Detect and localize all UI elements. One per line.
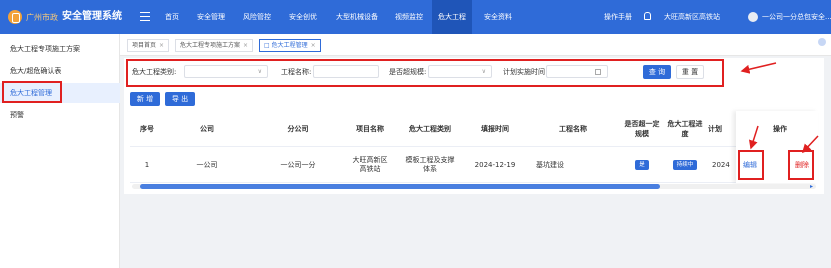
close-icon[interactable]: × — [311, 42, 316, 49]
nav-safety-excellence[interactable]: 安全创优 — [285, 0, 321, 34]
cell-over-scale: 是 — [624, 147, 660, 183]
scrollbar-thumb[interactable] — [140, 184, 660, 189]
tab-special-plan[interactable]: 危大工程专项施工方案 × — [175, 39, 254, 52]
col-branch: 分公司 — [287, 125, 309, 133]
menu-toggle-icon[interactable] — [140, 12, 150, 21]
cell-plan: 2024 — [712, 160, 730, 169]
cell-date: 2024-12-19 — [474, 160, 516, 169]
logo-text: 广州市政 — [26, 12, 58, 22]
nav-dangerous-project[interactable]: 危大工程 — [432, 0, 472, 34]
scroll-right-icon[interactable]: ▸ — [810, 183, 813, 190]
tab-label: 危大工程管理 — [271, 42, 308, 49]
tab-page-icon: □ — [264, 42, 270, 49]
over-scale-badge: 是 — [635, 160, 649, 170]
col-plan: 计划 — [708, 125, 722, 133]
cell-name: 基坑建设 — [536, 160, 564, 169]
bell-icon[interactable] — [644, 12, 651, 20]
add-button[interactable]: 新 增 — [130, 92, 160, 106]
tab-label: 危大工程专项施工方案 — [180, 42, 241, 49]
tab-scroll-icon[interactable] — [818, 38, 826, 46]
filter-highlight-box — [126, 59, 724, 87]
sidebar-highlight-box — [2, 81, 62, 103]
system-title: 安全管理系统 — [62, 11, 122, 22]
col-name: 工程名称 — [559, 125, 587, 133]
nav-safety-docs[interactable]: 安全资料 — [480, 0, 516, 34]
nav-video-monitoring[interactable]: 视频监控 — [391, 0, 427, 34]
nav-risk-control[interactable]: 风险管控 — [239, 0, 275, 34]
cell-branch: 一公司一分 — [280, 160, 316, 169]
export-button[interactable]: 导 出 — [165, 92, 195, 106]
col-date: 填报时间 — [481, 125, 509, 133]
tab-label: 项目首页 — [132, 42, 157, 49]
cell-company: 一公司 — [196, 160, 218, 169]
col-over-scale: 是否超一定规模 — [624, 120, 660, 138]
sidebar-item-warning[interactable]: 预警 — [0, 105, 120, 125]
cell-project: 大旺高新区高铁站 — [352, 156, 388, 173]
top-header: 广州市政 安全管理系统 首页 安全管理 风险管控 安全创优 大型机械设备 视频监… — [0, 0, 831, 34]
avatar[interactable] — [748, 12, 758, 22]
tab-project-home[interactable]: 项目首页 × — [127, 39, 170, 52]
nav-home[interactable]: 首页 — [161, 0, 183, 34]
delete-highlight-box — [788, 150, 814, 180]
col-category: 危大工程类别 — [409, 125, 451, 133]
cell-category: 模板工程及支撑体系 — [405, 156, 455, 173]
tab-project-management[interactable]: □ 危大工程管理 × — [259, 39, 321, 52]
manual-link[interactable]: 操作手册 — [604, 0, 632, 34]
close-icon[interactable]: × — [159, 42, 164, 49]
edit-highlight-box — [738, 150, 764, 180]
col-company: 公司 — [200, 125, 214, 133]
logo-icon — [8, 10, 22, 24]
col-operation: 操作 — [773, 125, 787, 133]
nav-large-machinery[interactable]: 大型机械设备 — [331, 0, 383, 34]
user-name[interactable]: 一公司一分总包安全... — [762, 0, 831, 34]
col-progress: 危大工程进度 — [667, 120, 703, 138]
nav-safety-management[interactable]: 安全管理 — [193, 0, 229, 34]
progress-badge: 持续中 — [672, 160, 698, 170]
col-project: 项目名称 — [356, 125, 384, 133]
close-icon[interactable]: × — [243, 42, 248, 49]
col-index: 序号 — [140, 125, 154, 133]
horizontal-scrollbar[interactable] — [132, 184, 816, 189]
cell-index: 1 — [144, 160, 150, 169]
sidebar-item-confirmation[interactable]: 危大/超危确认表 — [0, 61, 120, 81]
sidebar-item-special-plan[interactable]: 危大工程专项施工方案 — [0, 39, 120, 59]
project-name[interactable]: 大旺高新区高铁站 — [664, 0, 720, 34]
cell-progress: 持续中 — [666, 147, 704, 183]
